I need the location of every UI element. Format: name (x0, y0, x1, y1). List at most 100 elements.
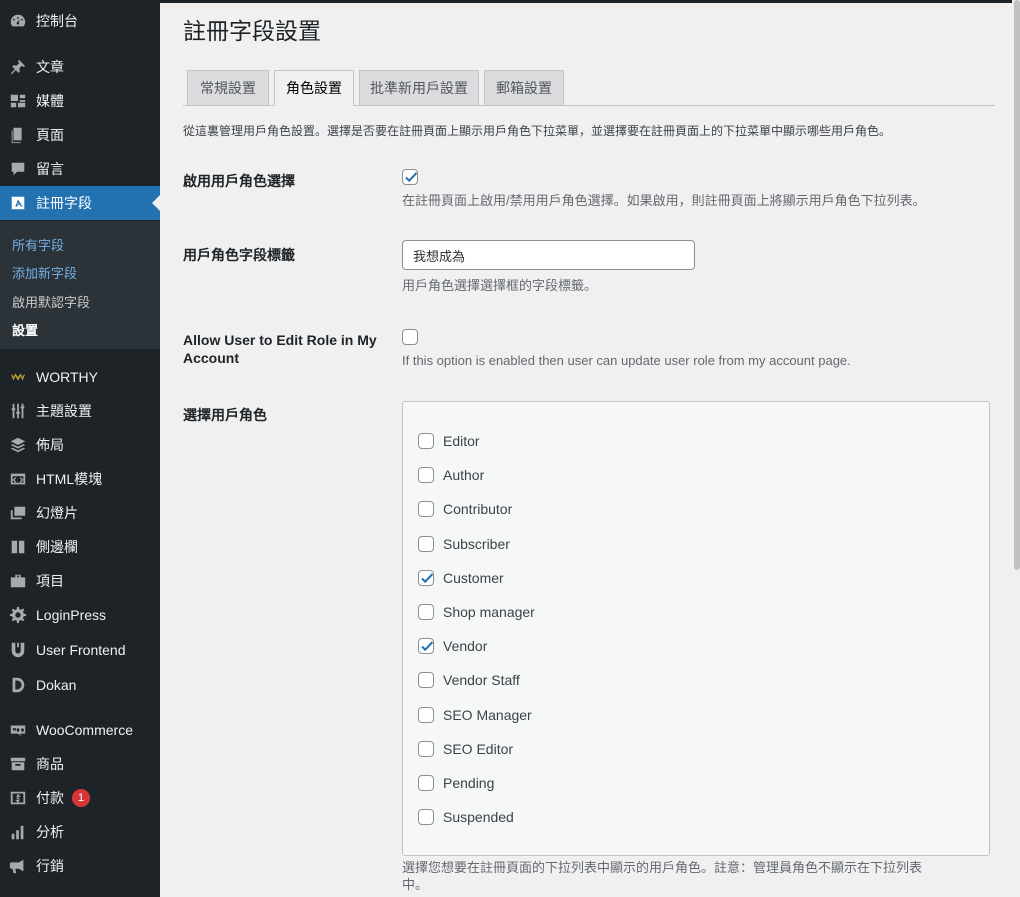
role-option-label: Editor (443, 433, 480, 449)
sidebar-item-worthy[interactable]: WORTHY (0, 360, 160, 394)
sidebar-item-payments[interactable]: 付款 1 (0, 781, 160, 815)
role-option-vendor-staff[interactable]: Vendor Staff (418, 671, 520, 689)
sidebar-item-label: 控制台 (36, 13, 78, 29)
sidebar-item-posts[interactable]: 文章 (0, 50, 160, 84)
role-option-contributor[interactable]: Contributor (418, 500, 512, 518)
sidebar-item-label: 媒體 (36, 93, 64, 109)
sidebar-item-label: HTML模塊 (36, 471, 103, 487)
role-checkbox[interactable] (418, 569, 434, 586)
sidebar-item-registration-fields[interactable]: 註冊字段 (0, 186, 160, 220)
submenu-all-fields[interactable]: 所有字段 (12, 235, 64, 254)
submenu-add-new-field[interactable]: 添加新字段 (12, 263, 77, 282)
allow-edit-role-label-line1: Allow User to Edit Role in My (183, 332, 377, 348)
roles-checkbox-list: Editor Author Contributor Subscriber Custome… (402, 401, 990, 856)
sidebar-item-products[interactable]: 商品 (0, 747, 160, 781)
sidebar-item-loginpress[interactable]: LoginPress (0, 598, 160, 632)
gear-icon (0, 598, 36, 632)
role-checkbox[interactable] (418, 501, 434, 518)
briefcase-icon (0, 564, 36, 598)
sidebar-icon (0, 530, 36, 564)
role-option-customer[interactable]: Customer (418, 569, 504, 587)
sidebar-item-label: Dokan (36, 677, 77, 693)
sidebar-item-label: 幻燈片 (36, 505, 78, 521)
role-option-vendor[interactable]: Vendor (418, 637, 487, 655)
allow-edit-role-description: If this option is enabled then user can … (402, 353, 851, 368)
sidebar-item-layout[interactable]: 佈局 (0, 428, 160, 462)
sidebar-item-label: 行銷 (36, 858, 64, 874)
role-option-label: SEO Editor (443, 740, 514, 757)
sidebar-item-html-module[interactable]: HTML模塊 (0, 462, 160, 496)
sidebar-item-projects[interactable]: 項目 (0, 564, 160, 598)
sidebar-item-label: 項目 (36, 573, 64, 589)
sidebar-item-label: 商品 (36, 756, 64, 772)
sidebar-item-dashboard[interactable]: 控制台 (0, 4, 160, 38)
sidebar-item-comments[interactable]: 留言 (0, 152, 160, 186)
role-field-label-description: 用戶角色選擇選擇框的字段標籤。 (402, 278, 598, 293)
submenu-enable-default-fields[interactable]: 啟用默認字段 (12, 292, 90, 311)
sidebar-item-slides[interactable]: 幻燈片 (0, 496, 160, 530)
sidebar-item-sidebars[interactable]: 側邊欄 (0, 530, 160, 564)
select-roles-description: 選擇您想要在註冊頁面的下拉列表中顯示的用戶角色。註意：管理員角色不顯示在下拉列表… (402, 859, 922, 893)
enable-role-checkbox[interactable] (402, 169, 418, 185)
registration-submenu: 所有字段 添加新字段 啟用默認字段 設置 (0, 221, 160, 349)
sidebar-item-theme-settings[interactable]: 主題設置 (0, 394, 160, 428)
allow-edit-role-label: Allow User to Edit Role in My Account (183, 331, 377, 367)
sidebar-item-label: 付款 (36, 790, 64, 806)
tab-approve-new-user[interactable]: 批準新用戶設置 (359, 70, 479, 106)
role-option-subscriber[interactable]: Subscriber (418, 535, 510, 553)
role-option-label: Author (443, 467, 485, 484)
sidebar-item-label: WORTHY (36, 369, 98, 385)
role-option-suspended[interactable]: Suspended (418, 808, 514, 826)
chart-icon (0, 815, 36, 849)
role-option-shop-manager[interactable]: Shop manager (418, 603, 535, 621)
scrollbar-thumb[interactable] (1014, 0, 1020, 570)
select-roles-label: 選擇用戶角色 (183, 407, 267, 423)
sidebar-item-pages[interactable]: 頁面 (0, 118, 160, 152)
role-checkbox[interactable] (418, 809, 434, 826)
role-option-seo-manager[interactable]: SEO Manager (418, 706, 532, 724)
role-checkbox[interactable] (418, 638, 434, 655)
sidebar-item-user-frontend[interactable]: User Frontend (0, 633, 160, 667)
role-option-label: Customer (443, 569, 504, 586)
role-field-label-input[interactable] (402, 240, 695, 270)
submenu-settings[interactable]: 設置 (12, 320, 38, 339)
role-checkbox[interactable] (418, 433, 434, 449)
slides-icon (0, 496, 36, 530)
sidebar-item-woocommerce[interactable]: WooCommerce (0, 713, 160, 747)
checkmark-icon (405, 172, 418, 183)
role-option-author[interactable]: Author (418, 466, 484, 484)
select-roles-description-line1: 選擇您想要在註冊頁面的下拉列表中顯示的用戶角色。註意：管理員角色不顯示在下拉列表 (402, 860, 923, 875)
woo-icon (0, 713, 36, 747)
role-checkbox[interactable] (418, 604, 434, 620)
role-checkbox[interactable] (418, 775, 434, 791)
sidebar-item-analytics[interactable]: 分析 (0, 815, 160, 849)
tab-general[interactable]: 常規設置 (187, 70, 269, 106)
sidebar-item-label: 文章 (36, 59, 64, 75)
tab-email-settings[interactable]: 郵箱設置 (484, 70, 564, 106)
role-checkbox[interactable] (418, 535, 434, 552)
role-option-seo-editor[interactable]: SEO Editor (418, 740, 513, 758)
sidebar-item-label: 分析 (36, 824, 64, 840)
role-checkbox[interactable] (418, 672, 434, 689)
sidebar-item-label: 側邊欄 (36, 539, 78, 555)
role-option-editor[interactable]: Editor (418, 432, 480, 450)
sidebar-item-label: 頁面 (36, 127, 64, 143)
role-option-label: Contributor (443, 501, 513, 518)
sidebar-item-dokan[interactable]: Dokan (0, 668, 160, 702)
worthy-icon (0, 360, 36, 394)
allow-edit-role-label-line2: Account (183, 350, 239, 366)
sidebar-item-marketing[interactable]: 行銷 (0, 849, 160, 883)
role-option-label: Shop manager (443, 604, 535, 620)
checkmark-icon (421, 641, 434, 652)
archive-icon (0, 747, 36, 781)
sidebar-item-media[interactable]: 媒體 (0, 84, 160, 118)
role-checkbox[interactable] (418, 706, 434, 723)
tab-role-settings[interactable]: 角色設置 (274, 70, 354, 106)
sidebar-item-label: User Frontend (36, 642, 126, 658)
role-checkbox[interactable] (418, 740, 434, 757)
media-icon (0, 84, 36, 118)
role-checkbox[interactable] (418, 467, 434, 484)
layers-icon (0, 428, 36, 462)
role-option-pending[interactable]: Pending (418, 774, 494, 792)
allow-edit-role-checkbox[interactable] (402, 329, 418, 345)
